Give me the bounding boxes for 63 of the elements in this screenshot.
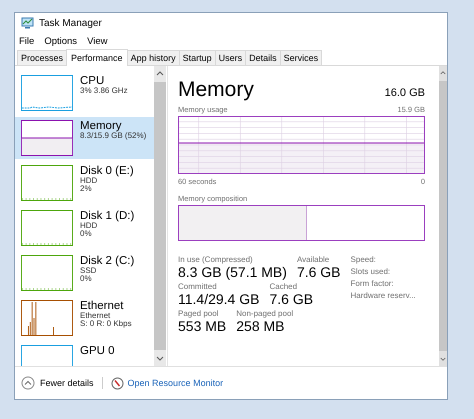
tab[interactable]: App history — [126, 50, 180, 65]
scrollbar[interactable] — [439, 66, 447, 366]
item-detail: Ethernet — [80, 312, 110, 320]
item-detail: S: 0 R: 0 Kbps — [80, 320, 132, 329]
stat-value: 8.3 GB (57.1 MB) — [178, 264, 287, 280]
item-detail: 3% 3.86 GHz — [80, 87, 128, 96]
resource-monitor-link[interactable]: Open Resource Monitor — [110, 376, 224, 390]
tab[interactable]: Performance — [66, 49, 128, 66]
item-detail: 2% — [80, 185, 93, 194]
menu-item[interactable]: Options — [44, 36, 78, 46]
sidebar-item[interactable]: Memory 8.3/15.9 GB (52%) — [15, 117, 154, 159]
info-label: Speed: — [350, 255, 377, 264]
item-name: CPU — [80, 75, 106, 87]
sidebar-item[interactable]: Ethernet Ethernet S: 0 R: 0 Kbps — [15, 297, 154, 339]
stat-label: In use (Compressed) — [178, 255, 254, 264]
tab[interactable]: Users — [214, 50, 246, 65]
sidebar-item[interactable]: CPU 3% 3.86 GHz — [15, 72, 154, 114]
info-label: Form factor: — [350, 279, 395, 288]
item-detail: SSD — [80, 267, 98, 276]
stat-label: Cached — [269, 282, 298, 291]
info-label: Hardware reserv... — [350, 291, 416, 300]
tab[interactable]: Details — [245, 50, 281, 65]
item-name: Disk 2 (C:) — [80, 255, 134, 267]
scroll-down-icon[interactable] — [156, 356, 164, 362]
tab[interactable]: Services — [280, 50, 322, 65]
stat-label: Paged pool — [178, 309, 220, 318]
stat-value: 553 MB — [178, 318, 226, 334]
collapse-icon — [21, 376, 35, 390]
sidebar-item[interactable]: Disk 0 (E:) HDD 2% — [15, 162, 154, 204]
section-title: Memory — [178, 78, 254, 102]
menu-item[interactable]: View — [87, 36, 108, 46]
stat-label: Available — [296, 255, 330, 264]
tab[interactable]: Startup — [178, 50, 216, 65]
sidebar-item[interactable]: GPU 0 — [15, 342, 154, 366]
item-name: Ethernet — [80, 300, 124, 312]
stat-value: 258 MB — [236, 318, 286, 334]
tab[interactable]: Processes — [17, 50, 68, 65]
stat-label: Non-paged pool — [236, 309, 294, 318]
total-memory: 16.0 GB — [384, 87, 425, 99]
item-name: Disk 1 (D:) — [80, 210, 134, 222]
scroll-up-icon[interactable] — [440, 70, 446, 75]
item-detail: HDD — [80, 177, 98, 186]
scroll-up-icon[interactable] — [156, 70, 164, 76]
fewer-details-button[interactable]: Fewer details — [21, 376, 94, 390]
stat-value: 7.6 GB — [296, 264, 341, 280]
item-name: GPU 0 — [80, 345, 115, 358]
item-detail: 0% — [80, 230, 93, 239]
item-name: Disk 0 (E:) — [80, 165, 134, 178]
stat-label: Committed — [178, 282, 218, 291]
monitor-icon — [21, 17, 34, 29]
sidebar-item[interactable]: Disk 2 (C:) SSD 0% — [15, 252, 154, 294]
stat-value: 11.4/29.4 GB — [178, 291, 260, 307]
scroll-down-icon[interactable] — [440, 357, 446, 362]
info-label: Slots used: — [350, 267, 392, 276]
item-detail: HDD — [80, 222, 98, 230]
item-detail: 0% — [80, 275, 93, 284]
item-detail: 8.3/15.9 GB (52%) — [80, 132, 146, 140]
item-name: Memory — [80, 120, 123, 132]
window-title: Task Manager — [39, 18, 102, 28]
stat-value: 7.6 GB — [269, 291, 314, 307]
menu-item[interactable]: File — [19, 36, 34, 46]
scrollbar[interactable] — [154, 66, 166, 366]
sidebar-item[interactable]: Disk 1 (D:) HDD 0% — [15, 207, 154, 249]
